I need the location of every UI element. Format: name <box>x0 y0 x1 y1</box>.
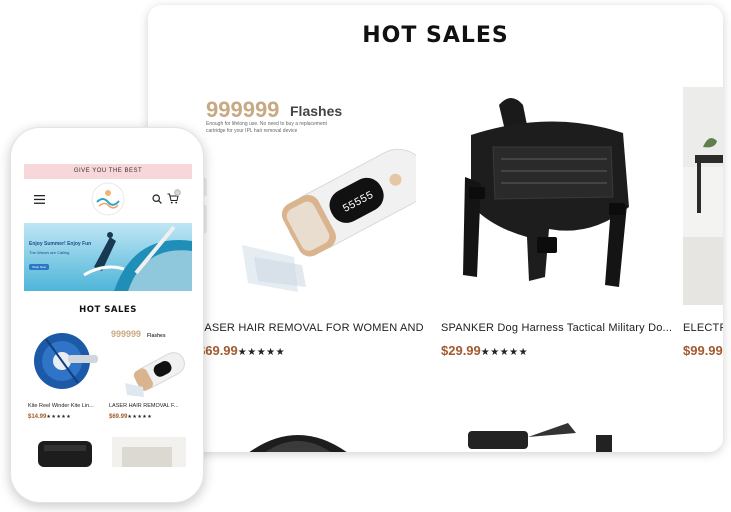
product-image[interactable] <box>28 325 102 399</box>
phone-mockup: GIVE YOU THE BEST 0 Enjoy Summer! Enjoy … <box>10 127 204 503</box>
svg-text:999999: 999999 <box>206 97 279 122</box>
rating-stars: ★★★★★ <box>127 414 153 420</box>
product-image-partial <box>468 423 612 452</box>
menu-icon[interactable] <box>34 195 45 204</box>
section-title: HOT SALES <box>79 305 137 315</box>
product-price: $99.99 <box>683 343 723 358</box>
marketing-composite: HOT SALES 999999 Flashes Enough for life… <box>0 0 731 512</box>
product-name[interactable]: LASER HAIR REMOVAL FOR WOMEN AND ... <box>198 322 428 334</box>
store-logo[interactable] <box>90 181 126 217</box>
svg-text:999999: 999999 <box>111 329 141 339</box>
svg-text:cartridge for your IPL hair re: cartridge for your IPL hair removal devi… <box>206 128 297 134</box>
product-image[interactable]: 999999 Flashes Enough for lifelong use. … <box>202 87 416 305</box>
rating-stars: ★★★★★ <box>46 414 72 420</box>
mobile-header: 0 <box>24 181 192 219</box>
section-title: HOT SALES <box>362 23 509 48</box>
hero-headline: Enjoy Summer! Enjoy Fun <box>29 241 92 247</box>
product-name[interactable]: ELECTRI <box>683 322 723 334</box>
product-price: $29.99★★★★★ <box>441 343 529 358</box>
product-name[interactable]: SPANKER Dog Harness Tactical Military Do… <box>441 322 671 334</box>
product-price: $14.99★★★★★ <box>28 414 72 420</box>
svg-text:Flashes: Flashes <box>290 103 342 119</box>
announcement-bar: GIVE YOU THE BEST <box>24 164 192 179</box>
product-image-partial <box>249 435 347 452</box>
cart-count-badge: 0 <box>174 189 181 196</box>
product-name[interactable]: Kite Reel Winder Kite Lin... <box>28 403 106 409</box>
product-name[interactable]: LASER HAIR REMOVAL F... <box>109 403 187 409</box>
desktop-storefront: HOT SALES 999999 Flashes Enough for life… <box>148 5 723 452</box>
hero-banner[interactable]: Enjoy Summer! Enjoy Fun The Waves are Ca… <box>24 223 192 291</box>
svg-text:Enough for lifelong use. No ne: Enough for lifelong use. No need to buy … <box>206 121 328 127</box>
product-price: $69.99★★★★★ <box>109 414 153 420</box>
phone-screen: GIVE YOU THE BEST 0 Enjoy Summer! Enjoy … <box>24 153 192 493</box>
product-image-partial <box>38 441 92 467</box>
product-image[interactable] <box>683 87 723 305</box>
hero-subheadline: The Waves are Calling <box>29 250 70 255</box>
product-image-partial <box>112 437 186 467</box>
search-icon[interactable] <box>152 194 162 204</box>
svg-text:Flashes: Flashes <box>147 333 166 339</box>
product-image[interactable]: 999999 Flashes <box>109 325 185 399</box>
rating-stars: ★★★★★ <box>237 347 286 358</box>
product-image[interactable] <box>441 87 655 305</box>
product-price: $69.99★★★★★ <box>198 343 286 358</box>
hero-shop-button[interactable]: Shop Now <box>29 264 49 270</box>
rating-stars: ★★★★★ <box>480 347 529 358</box>
